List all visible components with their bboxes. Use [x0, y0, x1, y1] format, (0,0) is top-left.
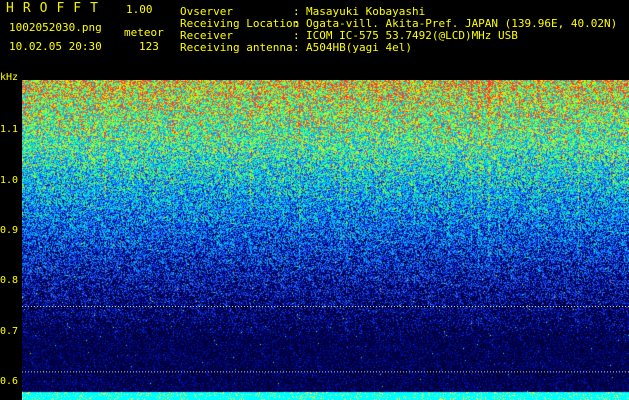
y-tick-label: 1.0: [0, 174, 19, 186]
detection-label: meteor: [124, 26, 164, 39]
y-tick-label: 0.7: [0, 325, 19, 337]
antenna-key: Receiving antenna: [180, 41, 293, 54]
y-axis-unit: kHz: [0, 72, 19, 83]
y-tick-label: 1.1: [0, 124, 19, 136]
y-tick-label: 0.8: [0, 275, 19, 287]
spectrogram-plot: [22, 80, 629, 400]
y-tick-label: 0.9: [0, 224, 19, 236]
antenna-sep: :: [293, 41, 300, 54]
app-name: HROFFT: [6, 1, 107, 16]
filename-label: 1002052030.png: [9, 21, 102, 34]
spectrogram-overlay: [22, 305, 629, 373]
header-panel: HROFFT 1.00 1002052030.png meteor 10.02.…: [0, 0, 629, 78]
datetime-label: 10.02.05 20:30: [9, 40, 102, 53]
antenna-value: A504HB(yagi 4el): [306, 41, 412, 54]
app-version: 1.00: [126, 3, 153, 16]
detection-count: 123: [139, 40, 159, 53]
y-tick-label: 0.6: [0, 375, 19, 387]
